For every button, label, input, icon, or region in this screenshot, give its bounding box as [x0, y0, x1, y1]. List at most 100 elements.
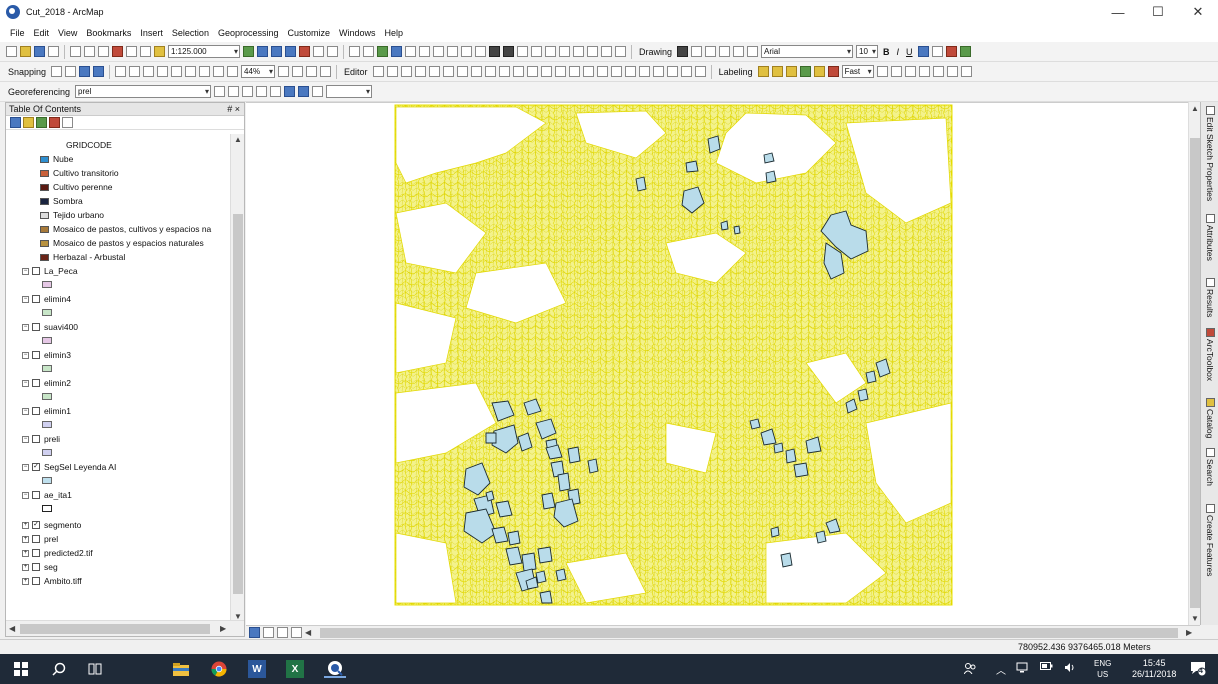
- menu-selection[interactable]: Selection: [172, 28, 209, 38]
- network-icon[interactable]: [1016, 662, 1028, 676]
- file-explorer-icon[interactable]: [172, 660, 190, 678]
- model-builder-icon[interactable]: [327, 46, 338, 57]
- redo-icon[interactable]: [140, 46, 151, 57]
- people-icon[interactable]: [963, 662, 976, 677]
- layer-visibility-checkbox[interactable]: [32, 491, 40, 499]
- battery-icon[interactable]: [1040, 662, 1053, 673]
- layer-visibility-checkbox[interactable]: [32, 435, 40, 443]
- rotate-icon[interactable]: [691, 46, 703, 57]
- magnifier-icon[interactable]: [312, 86, 324, 97]
- view-link-table-icon[interactable]: [284, 86, 296, 97]
- dock-tab-results[interactable]: Results: [1203, 278, 1217, 317]
- dock-tab-edit-sketch-properties[interactable]: Edit Sketch Properties: [1203, 106, 1217, 201]
- toc-vertical-scroll-thumb[interactable]: [233, 214, 243, 594]
- underline-button[interactable]: U: [904, 47, 915, 57]
- excel-icon[interactable]: X: [286, 660, 304, 678]
- cut-polygons-icon[interactable]: [470, 66, 482, 77]
- layer-name[interactable]: SegSel Leyenda AI: [44, 462, 116, 472]
- minimize-button[interactable]: —: [1098, 0, 1138, 24]
- catalog-window-icon[interactable]: [271, 46, 282, 57]
- full-extent-icon[interactable]: [391, 46, 402, 57]
- generalize-icon[interactable]: [596, 66, 608, 77]
- marker-color-icon[interactable]: [959, 46, 971, 57]
- end-point-arc-icon[interactable]: [414, 66, 426, 77]
- layer-name[interactable]: suavi400: [44, 322, 78, 332]
- layer-visibility-checkbox[interactable]: ✓: [32, 463, 40, 471]
- layer-name[interactable]: seg: [44, 562, 58, 572]
- collapse-toggle[interactable]: −: [22, 295, 29, 303]
- zoom-percent-combo[interactable]: 44%: [241, 65, 276, 78]
- save-icon[interactable]: [34, 46, 45, 57]
- menu-help[interactable]: Help: [385, 28, 404, 38]
- select-features-icon[interactable]: [461, 46, 472, 57]
- find-route-icon[interactable]: [573, 46, 584, 57]
- layer-symbol[interactable]: [42, 365, 52, 372]
- end-snapping-icon[interactable]: [65, 66, 77, 77]
- map-scroll-up-icon[interactable]: ▲: [1191, 104, 1199, 113]
- print-icon[interactable]: [48, 46, 59, 57]
- fixed-zoom-in-icon[interactable]: [405, 46, 416, 57]
- expand-toggle[interactable]: +: [22, 535, 29, 543]
- layer-row-preli[interactable]: − preli: [22, 434, 60, 444]
- layer-symbol[interactable]: [42, 309, 52, 316]
- delete-icon[interactable]: [112, 46, 123, 57]
- arctoolbox-icon[interactable]: [299, 46, 310, 57]
- labeling-menu[interactable]: Labeling: [717, 67, 755, 77]
- expand-toggle[interactable]: +: [22, 577, 29, 585]
- layer-visibility-checkbox[interactable]: [32, 379, 40, 387]
- zoom-100-icon[interactable]: [171, 66, 183, 77]
- layer-name[interactable]: Ambito.tiff: [44, 576, 82, 586]
- pause-drawing-icon[interactable]: [291, 627, 302, 638]
- trace-icon[interactable]: [428, 66, 440, 77]
- layer-visibility-checkbox[interactable]: [32, 351, 40, 359]
- shift-georef-icon[interactable]: [228, 86, 240, 97]
- point-tool-icon[interactable]: [442, 66, 454, 77]
- python-window-icon[interactable]: [313, 46, 324, 57]
- map-scroll-right-icon[interactable]: ▶: [1186, 628, 1192, 637]
- layer-row-la-peca[interactable]: − La_Peca: [22, 266, 78, 276]
- menu-bookmarks[interactable]: Bookmarks: [86, 28, 131, 38]
- forward-icon[interactable]: [447, 46, 458, 57]
- report-icon[interactable]: [946, 66, 958, 77]
- bold-button[interactable]: B: [881, 47, 892, 57]
- layer-row-seg[interactable]: + seg: [22, 562, 58, 572]
- zoom-in-icon[interactable]: [349, 46, 360, 57]
- layer-symbol[interactable]: [42, 477, 52, 484]
- font-name-combo[interactable]: Arial: [761, 45, 854, 58]
- table-of-contents-icon[interactable]: [257, 46, 268, 57]
- layer-symbol[interactable]: [42, 337, 52, 344]
- fill-color-icon[interactable]: [931, 46, 943, 57]
- find-icon[interactable]: [559, 46, 570, 57]
- html-popup-icon[interactable]: [531, 46, 542, 57]
- map-view[interactable]: [246, 102, 1188, 625]
- text-icon[interactable]: [733, 46, 745, 57]
- chrome-icon[interactable]: [210, 660, 228, 678]
- view-unplaced-labels-icon[interactable]: [827, 66, 839, 77]
- error-inspector-icon[interactable]: [638, 66, 650, 77]
- layer-name[interactable]: predicted2.tif: [44, 548, 93, 558]
- straight-segment-icon[interactable]: [400, 66, 412, 77]
- collapse-toggle[interactable]: −: [22, 435, 29, 443]
- volume-icon[interactable]: [1064, 662, 1076, 676]
- next-icon[interactable]: [890, 66, 902, 77]
- search-taskbar-icon[interactable]: [50, 660, 68, 678]
- drawing-menu[interactable]: Drawing: [637, 47, 674, 57]
- open-folder-icon[interactable]: [20, 46, 31, 57]
- layer-visibility-checkbox[interactable]: [32, 323, 40, 331]
- dock-tab-attributes[interactable]: Attributes: [1203, 214, 1217, 261]
- data-view-icon[interactable]: [249, 627, 260, 638]
- menu-customize[interactable]: Customize: [288, 28, 331, 38]
- map-canvas[interactable]: [246, 103, 1188, 626]
- refresh-icon[interactable]: [277, 627, 288, 638]
- layer-visibility-checkbox[interactable]: [32, 577, 40, 585]
- layer-visibility-checkbox[interactable]: [32, 407, 40, 415]
- layer-visibility-checkbox[interactable]: ✓: [32, 521, 40, 529]
- show-hidden-icons-chevron-icon[interactable]: ︿: [996, 662, 1006, 677]
- layer-row-elimin2[interactable]: − elimin2: [22, 378, 71, 388]
- sketch-properties-icon[interactable]: [526, 66, 538, 77]
- layer-name[interactable]: elimin1: [44, 406, 71, 416]
- editor-toolbar-icon[interactable]: [243, 46, 254, 57]
- edit-annotation-icon[interactable]: [386, 66, 398, 77]
- edit-tool-icon[interactable]: [372, 66, 384, 77]
- scroll-right-icon[interactable]: ▶: [220, 624, 226, 633]
